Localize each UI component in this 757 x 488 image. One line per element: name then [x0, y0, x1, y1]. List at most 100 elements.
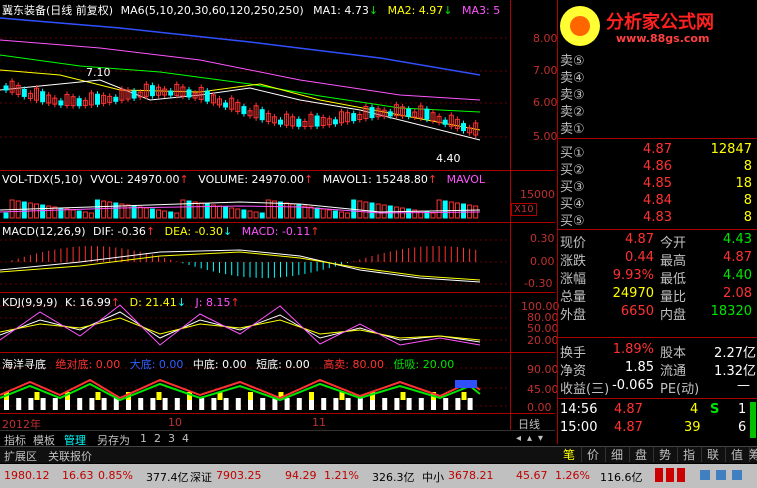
scrollbar[interactable] — [750, 402, 756, 438]
volume-bar — [229, 207, 235, 219]
divider — [558, 138, 757, 139]
hy-bar — [382, 398, 388, 410]
zoom-out-icon[interactable]: ▾ — [538, 433, 543, 444]
zoom-in-icon[interactable]: ▴ — [527, 433, 532, 444]
tab-chips[interactable]: 筹 — [749, 446, 757, 462]
volume-bar — [448, 201, 454, 219]
candle-body — [461, 123, 466, 132]
hy-bar — [455, 380, 477, 388]
kdj-indicator-name[interactable]: KDJ(9,9,9) — [2, 296, 58, 309]
help-icon[interactable] — [732, 470, 742, 480]
stock-title[interactable]: 冀东装备(日线 前复权) — [2, 4, 113, 17]
hy-header: 海洋寻底 绝对底: 0.00 大底: 0.00 中底: 0.00 短底: 0.0… — [2, 356, 454, 372]
tab-ticks[interactable]: 笔 — [557, 446, 582, 462]
volume-bar — [64, 208, 70, 219]
sh-index[interactable]: 1980.12 — [4, 469, 50, 482]
info-value: 2.08 — [723, 286, 752, 301]
bid-row[interactable]: 买② 4.86 8 — [560, 159, 756, 178]
hy-bar — [150, 398, 156, 410]
divider — [558, 229, 757, 230]
ask-row[interactable]: 卖③ — [560, 84, 756, 103]
sh-change: 16.63 — [62, 469, 94, 482]
date-month-11: 11 — [312, 416, 326, 429]
bid-row[interactable]: 买③ 4.85 18 — [560, 176, 756, 195]
sz-amount: 326.3亿 — [372, 471, 415, 484]
expand-area-tab[interactable]: 扩展区 — [4, 448, 37, 464]
down-arrow-icon: ↓ — [443, 4, 453, 17]
price-tick: 8.00 — [533, 32, 558, 45]
hy-bar — [321, 398, 327, 410]
ask-row[interactable]: 卖② — [560, 101, 756, 120]
tab-trend[interactable]: 势 — [653, 446, 678, 462]
ask-row[interactable]: 卖④ — [560, 67, 756, 86]
indicator-toolbar: 指标 模板 管理 另存为 1 2 3 4 ◂ ▴ ▾ — [0, 430, 555, 447]
macd-indicator-name[interactable]: MACD(12,26,9) — [2, 225, 86, 238]
candle-body — [314, 115, 320, 127]
panel-divider — [0, 222, 555, 223]
volume-bar — [241, 209, 247, 219]
volume-bar — [461, 203, 466, 219]
ma-params[interactable]: MA6(5,10,20,30,60,120,250,250) — [121, 4, 304, 17]
hy-bar — [394, 398, 400, 410]
layout-4-button[interactable]: 4 — [180, 432, 191, 445]
hy-big-bottom: 大底: 0.00 — [129, 358, 184, 371]
layout-3-button[interactable]: 3 — [166, 432, 177, 445]
tab-detail[interactable]: 细 — [605, 446, 630, 462]
sh-amount: 377.4亿 — [146, 471, 189, 484]
panel-divider — [0, 352, 555, 353]
sz-pct: 1.21% — [324, 469, 359, 482]
ask-row[interactable]: 卖① — [560, 118, 756, 137]
volume-bar — [162, 210, 168, 219]
network-icon[interactable] — [700, 470, 710, 480]
volume-bar — [314, 207, 320, 219]
tab-value[interactable]: 值 — [725, 446, 750, 462]
vol-indicator-name[interactable]: VOL-TDX(5,10) — [2, 173, 83, 186]
volume-bar — [375, 203, 381, 219]
hy-bar — [162, 398, 168, 410]
volume-bar — [149, 208, 155, 219]
volume-bar — [345, 212, 351, 219]
info-value: 4.40 — [723, 268, 752, 283]
kdj-tick: 20.00 — [527, 334, 559, 347]
sh-pct: 0.85% — [98, 469, 133, 482]
hy-bar — [357, 398, 363, 410]
j-value: J: 8.15 — [195, 296, 231, 309]
layout-2-button[interactable]: 2 — [152, 432, 163, 445]
bid-row[interactable]: 买① 4.87 12847 — [560, 142, 756, 161]
ask-row[interactable]: 卖⑤ — [560, 50, 756, 69]
ma3-value: MA3: 5 — [462, 4, 501, 17]
bid-row[interactable]: 买④ 4.84 8 — [560, 193, 756, 212]
info-row: 换手 1.89% 股本 2.27亿 — [560, 342, 756, 361]
volume-bar — [46, 205, 52, 219]
info-row: 总量 24970 量比 2.08 — [560, 286, 756, 305]
volume-bar — [326, 209, 332, 219]
hy-short-bottom: 短底: 0.00 — [256, 358, 310, 371]
hy-bar — [309, 392, 314, 400]
hy-bar — [455, 398, 461, 410]
tab-book[interactable]: 盘 — [629, 446, 654, 462]
linked-quote-tab[interactable]: 关联报价 — [48, 448, 92, 464]
volume-bar — [125, 204, 131, 219]
scroll-left-icon[interactable]: ◂ — [516, 433, 521, 444]
macd-tick: -0.30 — [524, 277, 553, 290]
zx-label[interactable]: 中小 — [422, 469, 444, 485]
settings-icon[interactable] — [716, 470, 726, 480]
quote-view-tabs: 笔 价 细 盘 势 指 联 值 筹 — [557, 446, 757, 462]
tab-index[interactable]: 指 — [677, 446, 702, 462]
bid-volume: 8 — [743, 210, 752, 225]
hy-bar — [443, 398, 449, 410]
vol-unit: X10 — [511, 203, 537, 216]
sz-label[interactable]: 深证 — [190, 469, 212, 485]
info-value: 4.87 — [723, 250, 752, 265]
volume-bar — [442, 200, 448, 219]
dif-value: DIF: -0.36 — [93, 225, 146, 238]
layout-1-button[interactable]: 1 — [138, 432, 149, 445]
bid-row[interactable]: 买⑤ 4.83 8 — [560, 210, 756, 229]
hy-indicator-name[interactable]: 海洋寻底 — [2, 358, 46, 371]
tab-price[interactable]: 价 — [581, 446, 606, 462]
candle-body — [332, 119, 338, 125]
tab-linked[interactable]: 联 — [701, 446, 726, 462]
macd-tick: 0.00 — [530, 255, 555, 268]
candle-body — [95, 93, 100, 105]
volume-bar — [101, 200, 107, 219]
